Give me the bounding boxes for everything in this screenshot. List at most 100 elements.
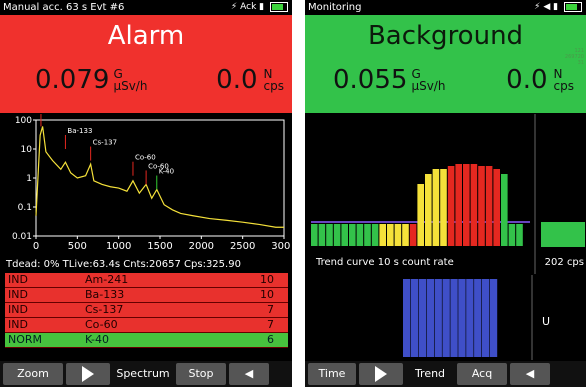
table-cell-cls: NORM bbox=[8, 333, 43, 346]
play-icon bbox=[82, 366, 94, 382]
play-icon bbox=[375, 366, 387, 382]
time-button[interactable]: Time bbox=[308, 363, 356, 385]
trend-bar bbox=[508, 224, 516, 246]
background-title: Background bbox=[367, 21, 524, 51]
spectrum-line bbox=[35, 126, 284, 228]
table-cell-nuclide: Ba-133 bbox=[85, 288, 125, 301]
trend-chart[interactable] bbox=[305, 114, 586, 274]
x-tick-label: 2500 bbox=[230, 241, 255, 252]
neutron-bar bbox=[450, 279, 458, 357]
trend-bar bbox=[455, 164, 462, 246]
acq-button[interactable]: Acq bbox=[457, 363, 507, 385]
trend-bar bbox=[440, 169, 447, 246]
neutron-value-right: 0.0 bbox=[506, 65, 548, 95]
plot-frame bbox=[35, 119, 285, 237]
trend-bar bbox=[501, 174, 508, 246]
trend-current-bar bbox=[541, 222, 585, 247]
stop-button[interactable]: Stop bbox=[176, 363, 226, 385]
neutron-value: 0.0 bbox=[216, 65, 258, 95]
gamma-unit: GµSv/h bbox=[113, 67, 148, 93]
status-bar: Manual acc. 63 s Evt #6 ⚡ Ack ▮ bbox=[0, 0, 292, 15]
zoom-button[interactable]: Zoom bbox=[3, 363, 63, 385]
spectrum-stats: Tdead: 0% TLive:63.4s Cnts:20657 Cps:325… bbox=[6, 259, 241, 270]
table-row[interactable]: IND Co-60 7 bbox=[5, 318, 288, 333]
mute-icon: ◀ bbox=[543, 2, 551, 12]
table-cell-value: 10 bbox=[260, 288, 274, 301]
alarm-title: Alarm bbox=[107, 21, 185, 51]
status-bar-right: Monitoring ⚡ ◀ ▮ bbox=[305, 0, 586, 15]
trend-bar bbox=[371, 224, 379, 246]
table-cell-cls: IND bbox=[8, 303, 28, 316]
monitoring-screen: Monitoring ⚡ ◀ ▮ Background 121 269720 31 … bbox=[305, 0, 586, 387]
play-button-right[interactable] bbox=[359, 363, 403, 385]
spectrum-chart[interactable]: 1001010.10.01050010001500200025003000Am-… bbox=[6, 114, 290, 264]
gamma-dose-value: 0.079 bbox=[35, 65, 110, 95]
trend-bar bbox=[447, 166, 455, 246]
table-cell-cls: IND bbox=[8, 288, 28, 301]
trend-cps: 202 cps bbox=[544, 257, 584, 268]
table-cell-value: 6 bbox=[267, 333, 274, 346]
y-tick-label: 1 bbox=[26, 174, 32, 184]
signal-icon: ▮ bbox=[259, 2, 265, 12]
table-row[interactable]: IND Ba-133 10 bbox=[5, 288, 288, 303]
neutron-bar bbox=[458, 279, 466, 357]
neutron-bars bbox=[403, 279, 498, 357]
spectrum-svg: 1001010.10.01050010001500200025003000Am-… bbox=[12, 114, 290, 252]
trend-bar bbox=[402, 224, 409, 246]
table-cell-value: 7 bbox=[267, 303, 274, 316]
trend-label: Trend curve 10 s count rate bbox=[316, 257, 454, 268]
nuclide-table: IND Am-241 10 IND Ba-133 10 IND Cs-137 7 IND Co-60… bbox=[5, 273, 288, 348]
gamma-dose-rate-right: 0.055 GµSv/h bbox=[333, 65, 445, 95]
trend-bar bbox=[394, 224, 402, 246]
bottom-toolbar-right: Time Trend Acq ◀ bbox=[305, 361, 586, 387]
trend-bar bbox=[478, 166, 485, 246]
table-cell-nuclide: Cs-137 bbox=[85, 303, 124, 316]
trend-svg bbox=[311, 114, 585, 274]
table-cell-value: 10 bbox=[260, 273, 274, 286]
ack-label: Ack bbox=[240, 2, 257, 12]
neutron-bar bbox=[474, 279, 482, 357]
alarm-banner: Alarm 0.079 GµSv/h 0.0 Ncps bbox=[0, 15, 292, 113]
x-tick-label: 500 bbox=[68, 241, 87, 252]
battery-icon bbox=[270, 1, 288, 12]
neutron-bar bbox=[434, 279, 442, 357]
x-tick-label: 1500 bbox=[147, 241, 172, 252]
neutron-bar bbox=[418, 279, 427, 357]
bottom-toolbar: Zoom Spectrum Stop ◀ bbox=[0, 361, 292, 387]
trend-bar bbox=[425, 174, 432, 246]
trend-bar bbox=[485, 166, 493, 246]
x-tick-label: 3000 bbox=[271, 241, 290, 252]
trend-bar bbox=[326, 224, 333, 246]
trend-bar bbox=[333, 224, 341, 246]
status-icons-right: ⚡ ◀ ▮ bbox=[534, 0, 582, 15]
neutron-bar bbox=[489, 279, 498, 357]
table-cell-nuclide: Co-60 bbox=[85, 318, 118, 331]
volume-button[interactable]: ◀ bbox=[229, 363, 269, 385]
y-tick-label: 100 bbox=[15, 116, 32, 126]
speaker-icon: ◀ bbox=[525, 367, 535, 380]
y-tick-label: 10 bbox=[21, 145, 33, 155]
trend-tab[interactable]: Trend bbox=[406, 363, 454, 385]
play-button[interactable] bbox=[66, 363, 110, 385]
neutron-rate: 0.0 Ncps bbox=[216, 65, 284, 95]
neutron-bar bbox=[426, 279, 434, 357]
y-tick-label: 0.01 bbox=[12, 232, 32, 242]
trend-bar bbox=[516, 224, 523, 246]
signal-icon: ▮ bbox=[553, 2, 559, 12]
speaker-icon: ◀ bbox=[244, 367, 254, 380]
annotation-label: K-40 bbox=[159, 168, 174, 176]
neutron-rate-right: 0.0 Ncps bbox=[506, 65, 574, 95]
table-row[interactable]: IND Cs-137 7 bbox=[5, 303, 288, 318]
table-cell-nuclide: K-40 bbox=[85, 333, 110, 346]
annotation-label: Ba-133 bbox=[67, 127, 92, 135]
x-tick-label: 2000 bbox=[189, 241, 214, 252]
neutron-bar bbox=[442, 279, 450, 357]
neutron-bar bbox=[403, 279, 411, 357]
alarm-screen: Manual acc. 63 s Evt #6 ⚡ Ack ▮ Alarm 0.… bbox=[0, 0, 292, 387]
x-tick-label: 1000 bbox=[106, 241, 131, 252]
table-row[interactable]: IND Am-241 10 bbox=[5, 273, 288, 288]
spectrum-tab[interactable]: Spectrum bbox=[113, 363, 173, 385]
table-row[interactable]: NORM K-40 6 bbox=[5, 333, 288, 348]
volume-button-right[interactable]: ◀ bbox=[510, 363, 550, 385]
x-tick-label: 0 bbox=[33, 241, 39, 252]
